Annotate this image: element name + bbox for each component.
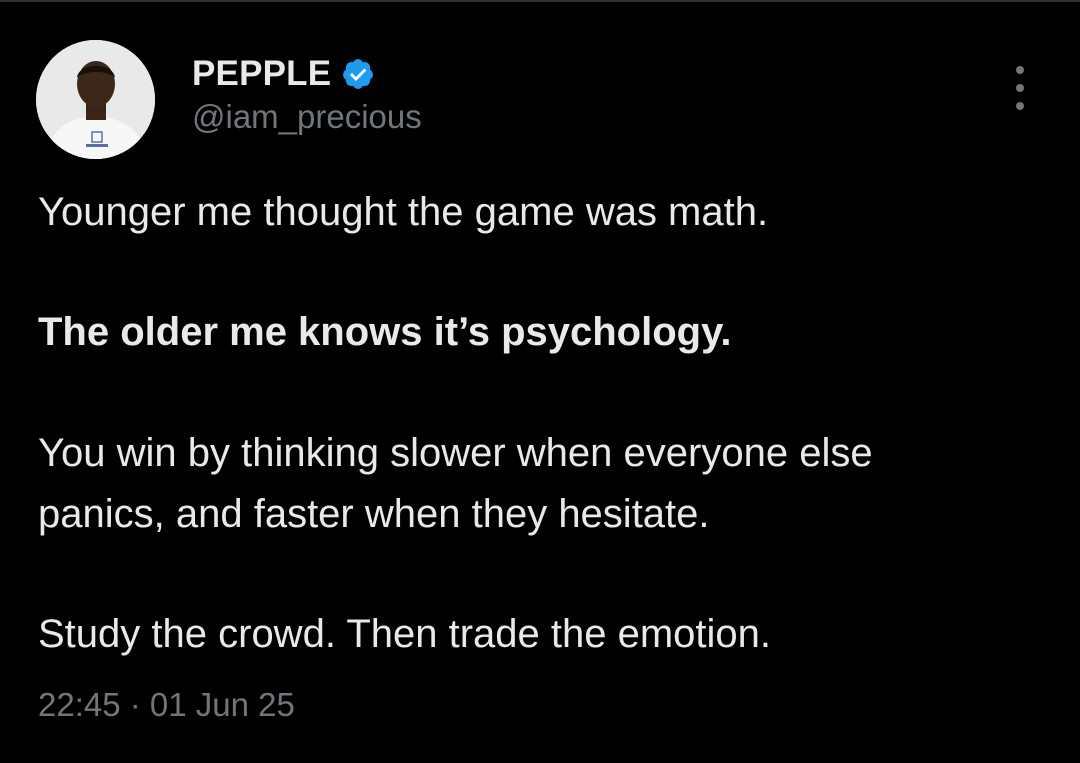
tweet-text-line: panics, and faster when they hesitate.: [38, 492, 710, 536]
author-handle[interactable]: @iam_precious: [192, 98, 422, 136]
profile-photo: [36, 40, 155, 159]
tweet-text-line-bold: The older me knows it’s psychology.: [38, 310, 732, 354]
tweet-text-line: Younger me thought the game was math.: [38, 190, 769, 234]
tweet: PEPPLE @iam_precious Younger me thought …: [0, 0, 1080, 763]
tweet-timestamp[interactable]: 22:45 · 01 Jun 25: [38, 686, 295, 724]
author-name-row[interactable]: PEPPLE: [192, 52, 375, 96]
display-name[interactable]: PEPPLE: [192, 54, 331, 94]
more-dot: [1016, 84, 1024, 92]
verified-badge-icon: [341, 57, 375, 91]
more-dot: [1016, 102, 1024, 110]
avatar[interactable]: [36, 40, 155, 159]
tweet-text-line: You win by thinking slower when everyone…: [38, 431, 873, 475]
tweet-text-line: Study the crowd. Then trade the emotion.: [38, 612, 772, 656]
more-dot: [1016, 66, 1024, 74]
more-options-button[interactable]: [1004, 66, 1036, 110]
